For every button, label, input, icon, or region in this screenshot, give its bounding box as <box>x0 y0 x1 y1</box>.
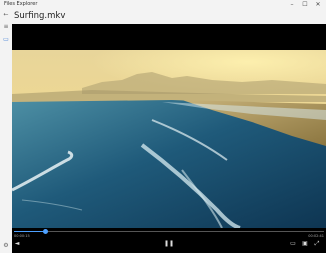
video-frame <box>12 50 326 228</box>
title-bar: Files Explorer – ☐ ✕ <box>0 0 326 9</box>
fullscreen-icon[interactable]: ⤢ <box>312 239 322 249</box>
menu-icon[interactable]: ≡ <box>0 22 12 32</box>
settings-icon[interactable]: ⚙ <box>0 241 12 251</box>
progress-fill <box>14 231 45 232</box>
video-player[interactable]: 00:00:15 00:02:41 ◄ ❚❚ ▭ ▣ ⤢ <box>12 24 326 253</box>
maximize-button[interactable]: ☐ <box>299 0 311 9</box>
progress-bar[interactable] <box>14 229 324 234</box>
app-title: Files Explorer <box>4 1 38 7</box>
cast-icon[interactable]: ▭ <box>288 239 298 249</box>
close-button[interactable]: ✕ <box>312 0 324 9</box>
folder-icon[interactable]: ▭ <box>0 35 12 45</box>
volume-icon[interactable]: ◄ <box>12 239 22 249</box>
progress-handle[interactable] <box>42 229 48 234</box>
minimize-button[interactable]: – <box>286 0 298 9</box>
pause-icon[interactable]: ❚❚ <box>164 239 174 249</box>
sidebar: ← ≡ ▭ ⚙ <box>0 9 12 253</box>
page-title: Surfing.mkv <box>14 11 66 21</box>
picture-in-picture-icon[interactable]: ▣ <box>300 239 310 249</box>
back-icon[interactable]: ← <box>0 10 12 20</box>
